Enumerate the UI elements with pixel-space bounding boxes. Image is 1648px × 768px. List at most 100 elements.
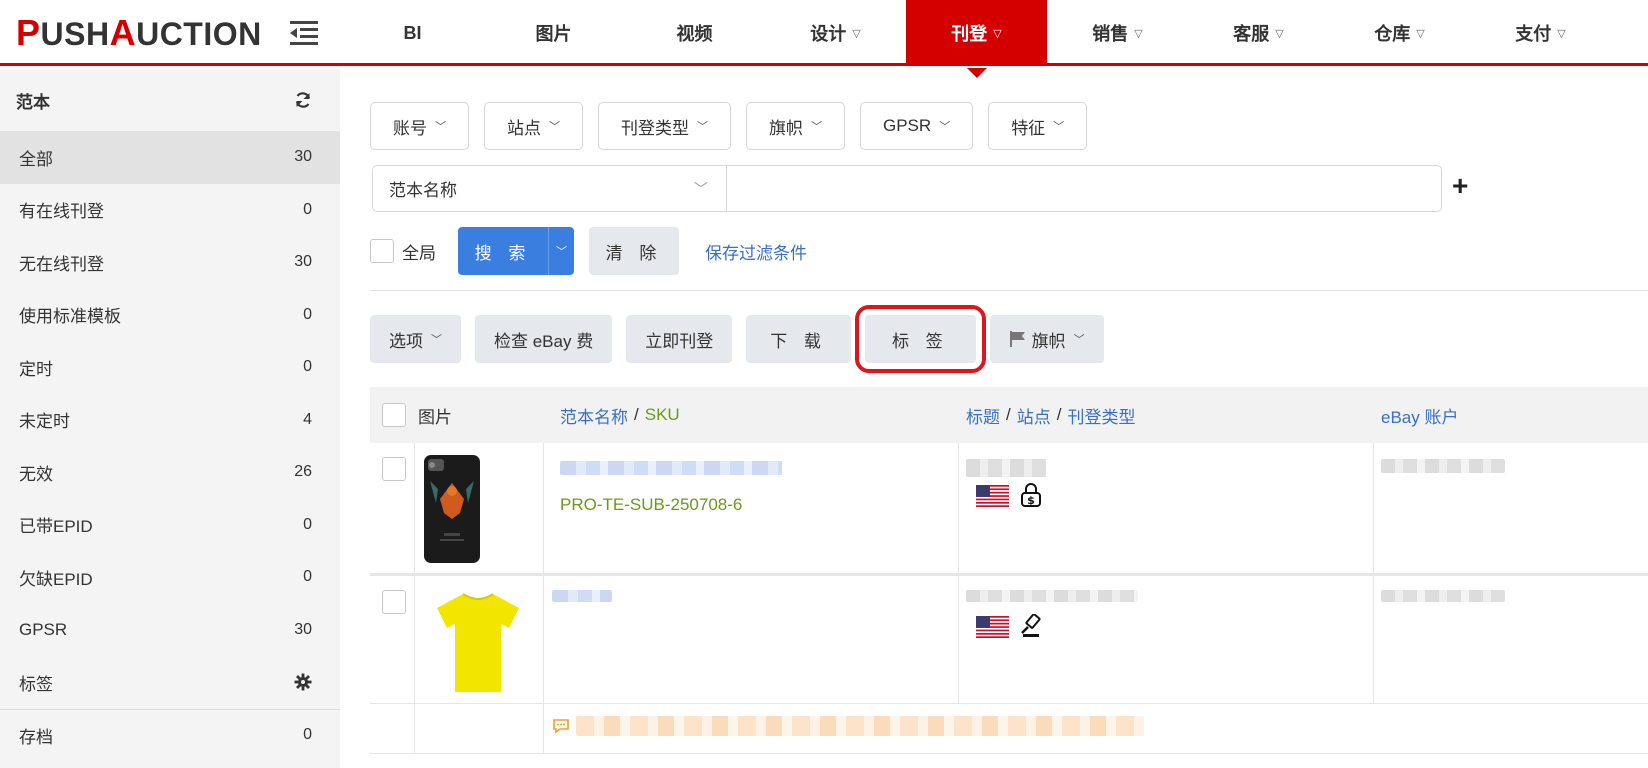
global-label: 全局 [402,243,436,263]
chevron-down-icon: ﹀ [556,246,567,258]
sidebar-item-archive[interactable]: 存档 0 [0,708,340,762]
item-count: 0 [303,305,312,323]
refresh-icon[interactable] [294,91,312,109]
sidebar-item-standard-template[interactable]: 使用标准模板 0 [0,289,340,342]
phone-case-thumbnail[interactable] [422,453,482,565]
main-nav: BI 图片 视频 设计 ▽ 刊登 ▽ 销售 ▽ 客服 ▽ 仓库 ▽ 支付 ▽ [342,0,1611,78]
filter-feature[interactable]: 特征 ﹀ [988,102,1088,150]
item-count: 0 [303,726,312,744]
search-dropdown-button[interactable]: ﹀ [548,227,574,275]
search-input[interactable] [727,166,1441,211]
clear-button[interactable]: 清 除 [589,227,679,275]
nav-video[interactable]: 视频 [624,0,765,66]
collapse-menu-icon[interactable] [290,20,318,46]
global-checkbox[interactable] [370,239,394,263]
template-table: 图片 范本名称 / SKU 标题 / 站点 / 刊登类型 eBay 账户 PRO… [370,387,1648,754]
tag-button[interactable]: 标 签 [854,305,986,373]
sidebar-item-scheduled[interactable]: 定时 0 [0,341,340,394]
action-row: 全局 搜 索 ﹀ 清 除 保存过滤条件 [370,227,807,275]
filter-site[interactable]: 站点 ﹀ [484,102,583,150]
add-condition-icon[interactable]: + [1452,170,1468,202]
sidebar-item-has-online[interactable]: 有在线刊登 0 [0,184,340,237]
item-count: 0 [303,568,312,586]
item-count: 30 [294,253,312,271]
filter-gpsr[interactable]: GPSR ﹀ [860,102,974,150]
table-row-note [370,704,1648,754]
nav-payment[interactable]: 支付 ▽ [1470,0,1611,66]
row-checkbox[interactable] [382,457,406,481]
chevron-down-icon: ﹀ [1053,121,1065,133]
us-flag-icon [976,616,1009,638]
filter-flag[interactable]: 旗帜 ﹀ [746,102,845,150]
col-title-site-type: 标题 / 站点 / 刊登类型 [966,387,1135,443]
filter-listing-type[interactable]: 刊登类型 ﹀ [598,102,731,150]
list-now-button[interactable]: 立即刊登 [626,315,733,363]
gear-icon[interactable] [294,673,312,691]
save-filter-link[interactable]: 保存过滤条件 [705,239,807,264]
sort-title-link[interactable]: 标题 [966,403,1000,428]
chevron-down-icon: ﹀ [697,121,708,133]
sort-account-link[interactable]: eBay 账户 [1381,403,1458,428]
title-redacted [966,459,1046,477]
nav-bi[interactable]: BI [342,0,483,66]
select-all-checkbox[interactable] [382,403,406,427]
chevron-down-icon: ▽ [852,27,861,40]
col-ebay-account: eBay 账户 [1381,387,1458,443]
yellow-tshirt-thumbnail[interactable] [433,588,523,694]
sidebar-item-gpsr[interactable]: GPSR 30 [0,604,340,657]
chevron-down-icon: ﹀ [549,121,560,133]
us-flag-icon [976,485,1009,507]
sort-sku-link[interactable]: SKU [645,405,680,425]
nav-listing[interactable]: 刊登 ▽ [906,0,1047,78]
search-button-group: 搜 索 ﹀ [458,227,574,275]
filter-account[interactable]: 账号 ﹀ [370,102,469,150]
sidebar-item-tags[interactable]: 标签 [0,656,340,709]
chevron-down-icon: ﹀ [431,334,442,346]
item-count: 0 [303,358,312,376]
sort-listing-type-link[interactable]: 刊登类型 [1067,403,1135,428]
ebay-account-redacted [1381,459,1505,473]
item-count: 30 [294,620,312,638]
template-sidebar: 范本 全部 30 有在线刊登 0 无在线刊登 30 使用标准模板 0 定时 0 未定时 4 … [0,69,340,768]
sidebar-item-no-online[interactable]: 无在线刊登 30 [0,236,340,289]
options-button[interactable]: 选项 ﹀ [370,315,461,363]
search-button[interactable]: 搜 索 [458,227,548,275]
item-count: 4 [303,410,312,428]
template-name-redacted[interactable] [560,461,782,475]
nav-customer-service[interactable]: 客服 ▽ [1188,0,1329,66]
nav-sales[interactable]: 销售 ▽ [1047,0,1188,66]
nav-design[interactable]: 设计 ▽ [765,0,906,66]
flag-button[interactable]: 旗帜 ﹀ [989,315,1104,363]
ebay-account-redacted [1381,590,1505,602]
sort-site-link[interactable]: 站点 [1017,403,1051,428]
divider [370,290,1648,291]
sidebar-item-missing-epid[interactable]: 欠缺EPID 0 [0,551,340,604]
sidebar-item-all[interactable]: 全部 30 [0,131,340,184]
search-row: 范本名称 ﹀ [372,165,1442,212]
dollar-lock-icon: $ [1021,483,1041,507]
nav-warehouse[interactable]: 仓库 ▽ [1329,0,1470,66]
table-header: 图片 范本名称 / SKU 标题 / 站点 / 刊登类型 eBay 账户 [370,387,1648,443]
sort-name-link[interactable]: 范本名称 [560,403,628,428]
download-button[interactable]: 下 载 [746,315,851,363]
check-ebay-fee-button[interactable]: 检查 eBay 费 [475,315,613,363]
search-field-select[interactable]: 范本名称 ﹀ [373,166,727,211]
chevron-down-icon: ﹀ [939,121,951,133]
item-count: 0 [303,515,312,533]
item-count: 30 [294,148,312,166]
nav-images[interactable]: 图片 [483,0,624,66]
comment-icon [553,719,569,734]
sidebar-title: 范本 [16,92,50,112]
pushauction-logo[interactable]: PUSHAUCTION [16,12,262,54]
col-image: 图片 [418,407,452,427]
chevron-down-icon: ﹀ [435,121,446,133]
chevron-down-icon: ▽ [1416,27,1425,40]
row-checkbox[interactable] [382,590,406,614]
chevron-down-icon: ▽ [993,27,1002,40]
sidebar-item-invalid[interactable]: 无效 26 [0,446,340,499]
template-name-redacted[interactable] [552,590,612,602]
sidebar-item-unscheduled[interactable]: 未定时 4 [0,394,340,447]
chevron-down-icon: ﹀ [1073,334,1085,346]
svg-text:$: $ [1027,494,1035,507]
sidebar-item-with-epid[interactable]: 已带EPID 0 [0,499,340,552]
